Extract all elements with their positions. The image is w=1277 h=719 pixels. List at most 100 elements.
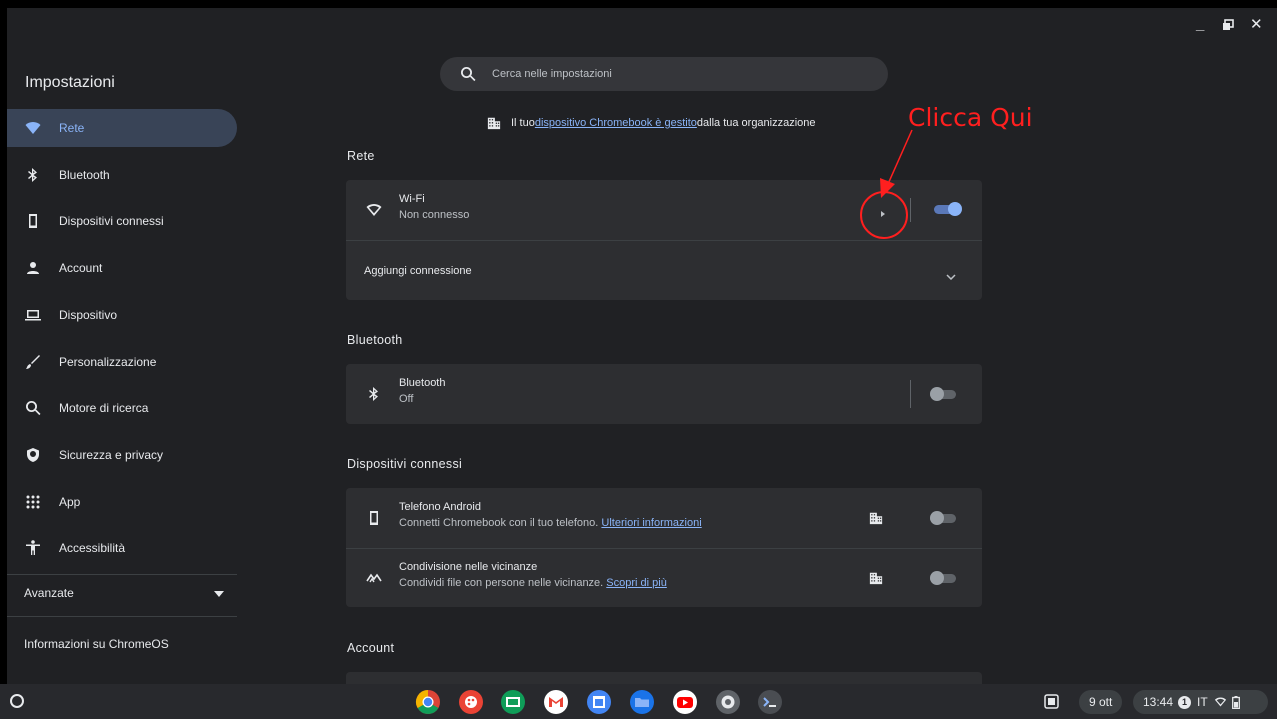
sidebar-item-dispositivi-connessi[interactable]: Dispositivi connessi [7,202,237,240]
wifi-status: Non connesso [399,209,470,221]
phone-icon [25,213,41,229]
sidebar-item-account[interactable]: Account [7,249,237,287]
close-icon[interactable]: ✕ [1250,15,1263,33]
advanced-label: Avanzate [24,586,74,600]
android-phone-desc: Connetti Chromebook con il tuo telefono. [399,517,602,529]
android-phone-description: Connetti Chromebook con il tuo telefono.… [399,517,702,529]
sidebar-item-app[interactable]: App [7,483,237,521]
restore-icon[interactable] [1222,18,1234,35]
sidebar-item-motore-di-ricerca[interactable]: Motore di ricerca [7,389,237,427]
bluetooth-card: Bluetooth Off [346,364,982,424]
bluetooth-toggle[interactable] [930,387,958,401]
wifi-toggle[interactable] [934,202,962,216]
account-card [346,672,982,684]
annotation-circle [860,191,908,239]
nearby-share-row[interactable]: Condivisione nelle vicinanze Condividi f… [346,548,982,607]
sidebar-item-label: Account [59,261,103,275]
sidebar-item-label: App [59,495,81,509]
chevron-down-icon [946,267,956,285]
gmail-icon[interactable] [543,689,569,715]
sidebar-item-personalizzazione[interactable]: Personalizzazione [7,343,237,381]
android-phone-toggle[interactable] [930,511,958,525]
section-title-account: Account [347,641,395,655]
annotation-text: Clicca Qui [908,103,1033,132]
app-title: Impostazioni [25,74,115,91]
managed-notice: Il tuo dispositivo Chromebook è gestito … [487,116,816,130]
advanced-toggle[interactable]: Avanzate [24,583,224,603]
sidebar-item-accessibilita[interactable]: Accessibilità [7,529,237,567]
classroom-icon[interactable] [500,689,526,715]
bluetooth-row[interactable]: Bluetooth Off [346,364,982,424]
minimize-icon[interactable]: _ [1196,16,1204,33]
time-label: 13:44 [1143,695,1174,709]
search-bar[interactable] [440,57,888,91]
chrome-icon[interactable] [415,689,441,715]
nearby-share-toggle[interactable] [930,571,958,585]
sidebar-item-about[interactable]: Informazioni su ChromeOS [24,637,169,651]
divider [910,380,911,408]
calendar-icon[interactable] [586,689,612,715]
nearby-share-description: Condividi file con persone nelle vicinan… [399,577,667,589]
sidebar-item-rete[interactable]: Rete [7,109,237,147]
toggle-knob [948,202,962,216]
sidebar-item-bluetooth[interactable]: Bluetooth [7,156,237,194]
sidebar-item-label: Bluetooth [59,168,110,182]
sidebar-item-label: Dispositivo [59,308,118,322]
managed-building-icon [869,571,883,590]
youtube-icon[interactable] [672,689,698,715]
battery-icon [1231,695,1240,709]
toggle-knob [930,387,944,401]
accessibility-icon [25,540,41,556]
search-input[interactable] [492,68,852,80]
status-tray[interactable]: 13:44 1 IT [1133,690,1268,714]
terminal-icon[interactable] [757,689,783,715]
nearby-share-title: Condivisione nelle vicinanze [399,561,538,573]
laptop-icon [25,307,41,323]
palette-icon[interactable] [458,689,484,715]
sidebar-divider [7,616,237,617]
apps-grid-icon [25,494,41,510]
add-connection-label: Aggiungi connessione [364,265,472,277]
caret-down-icon [214,586,224,600]
managed-link[interactable]: dispositivo Chromebook è gestito [535,117,697,129]
shield-icon [25,447,41,463]
sidebar-item-label: Dispositivi connessi [59,214,164,228]
date-label: 9 ott [1089,695,1113,709]
phone-icon [366,510,382,526]
search-icon [25,400,41,416]
sidebar-item-sicurezza-e-privacy[interactable]: Sicurezza e privacy [7,436,237,474]
sidebar-item-label: Rete [59,121,85,135]
nearby-share-desc: Condividi file con persone nelle vicinan… [399,577,607,589]
date-tray[interactable]: 9 ott [1079,690,1123,714]
learn-more-link[interactable]: Ulteriori informazioni [601,517,701,529]
add-connection-row[interactable]: Aggiungi connessione [346,240,982,300]
sidebar-divider [7,574,237,575]
bluetooth-icon [25,167,41,183]
search-icon [461,67,476,82]
android-phone-title: Telefono Android [399,501,481,513]
managed-suffix: dalla tua organizzazione [696,117,816,129]
bluetooth-icon [366,386,382,402]
language-label: IT [1197,695,1208,709]
brush-icon [25,354,41,370]
settings-icon[interactable] [715,689,741,715]
sidebar-item-label: Sicurezza e privacy [59,448,164,462]
wifi-icon [366,202,382,218]
divider [910,198,911,222]
sidebar: Impostazioni Rete Bluetooth Dispositivi … [7,8,252,684]
sidebar-item-dispositivo[interactable]: Dispositivo [7,296,237,334]
clipboard-history-icon[interactable] [1043,693,1060,715]
launcher-icon[interactable] [10,694,24,708]
person-icon [25,260,41,276]
section-title-rete: Rete [347,149,375,163]
building-icon [487,117,501,130]
files-icon[interactable] [629,689,655,715]
managed-building-icon [869,511,883,530]
notification-count-badge: 1 [1178,695,1192,709]
annotation-arrow [880,129,913,198]
sidebar-item-label: Personalizzazione [59,355,157,369]
android-phone-row[interactable]: Telefono Android Connetti Chromebook con… [346,488,982,548]
discover-more-link[interactable]: Scopri di più [606,577,667,589]
section-title-dispositivi-connessi: Dispositivi connessi [347,457,463,471]
wifi-icon [25,120,41,136]
